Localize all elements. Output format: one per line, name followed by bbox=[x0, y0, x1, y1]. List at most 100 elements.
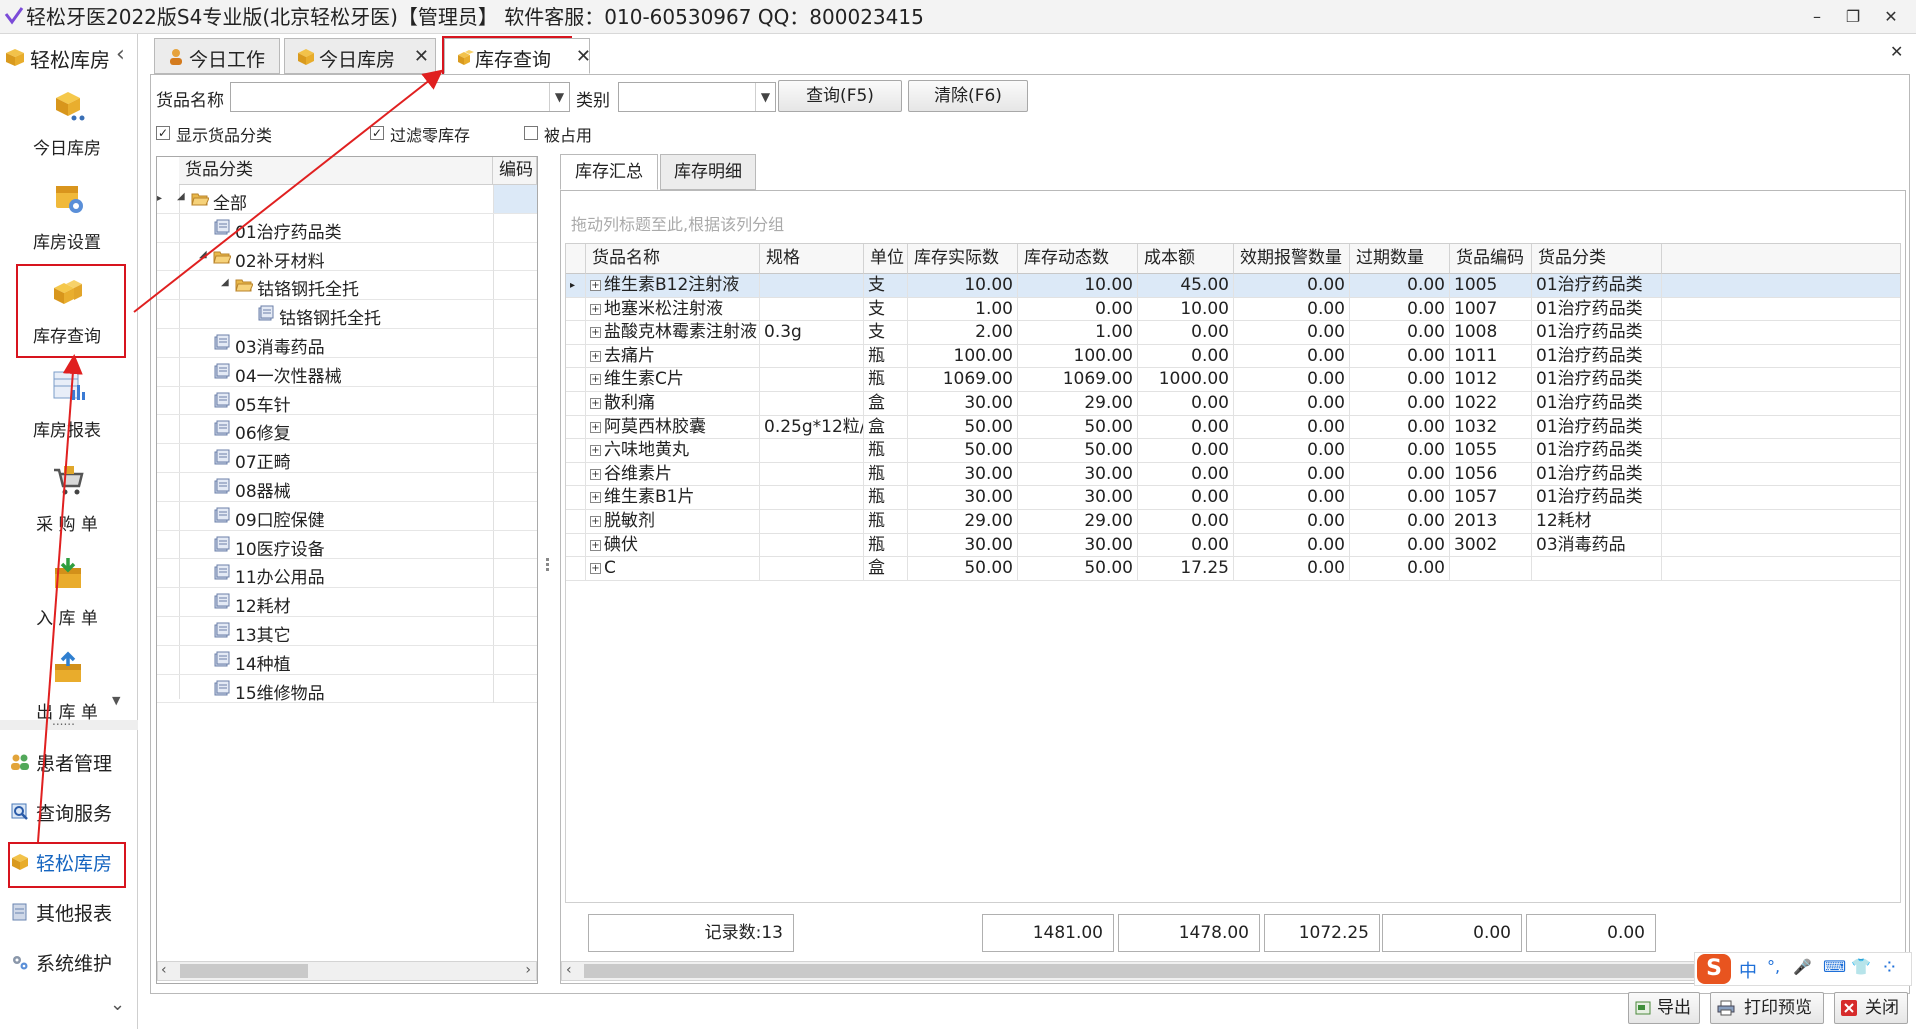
grid-cell[interactable]: 0.00 bbox=[1138, 439, 1234, 463]
grid-cell[interactable]: 瓶 bbox=[864, 533, 908, 558]
grid-cell[interactable] bbox=[760, 439, 864, 463]
grid-cell[interactable]: 0.00 bbox=[1138, 415, 1234, 440]
grid-cell[interactable]: 50.00 bbox=[1018, 439, 1138, 463]
tree-horizontal-scrollbar[interactable]: ‹ › bbox=[157, 961, 537, 981]
scroll-left-icon[interactable]: ‹ bbox=[566, 962, 572, 978]
tree-node[interactable]: ◢ 02补牙材料 bbox=[157, 242, 537, 272]
grid-cell[interactable]: 01治疗药品类 bbox=[1532, 368, 1662, 392]
grid-cell[interactable] bbox=[760, 533, 864, 558]
minimize-button[interactable]: – bbox=[1800, 4, 1834, 30]
panel-splitter-handle[interactable] bbox=[546, 556, 550, 580]
tree-header-code[interactable]: 编码 bbox=[493, 157, 537, 185]
grid-cell[interactable]: 支 bbox=[864, 297, 908, 322]
grid-cell[interactable]: 0.00 bbox=[1350, 533, 1450, 558]
grid-cell[interactable] bbox=[1532, 557, 1662, 581]
grid-cell[interactable]: + 地塞米松注射液 bbox=[586, 297, 760, 322]
grid-cell[interactable]: 1069.00 bbox=[1018, 368, 1138, 392]
grid-header-col-dynamic-stock[interactable]: 库存动态数 bbox=[1018, 244, 1138, 274]
grid-cell[interactable]: 1069.00 bbox=[908, 368, 1018, 392]
expand-row-icon[interactable]: + bbox=[590, 445, 601, 457]
nav-patient-management[interactable]: 患者管理 bbox=[8, 742, 132, 782]
grid-cell[interactable]: + 维生素B12注射液 bbox=[586, 274, 760, 298]
grid-cell[interactable]: + 阿莫西林胶囊 bbox=[586, 415, 760, 440]
nav-purchase-order[interactable]: 采 购 单 bbox=[8, 454, 126, 544]
grid-cell[interactable]: 0.00 bbox=[1138, 462, 1234, 487]
grid-cell[interactable]: 50.00 bbox=[908, 557, 1018, 581]
grid-header-col-expired[interactable]: 过期数量 bbox=[1350, 244, 1450, 274]
grid-cell[interactable]: 0.00 bbox=[1138, 533, 1234, 558]
expand-toggle-icon[interactable]: ◢ bbox=[221, 277, 229, 288]
table-row[interactable]: + 散利痛 盒 30.00 29.00 0.00 0.00 0.00 1022 01治疗药品类 bbox=[566, 392, 1900, 416]
grid-cell[interactable]: 0.00 bbox=[1234, 368, 1350, 392]
grid-cell[interactable]: + 散利痛 bbox=[586, 392, 760, 416]
grid-cell[interactable]: 瓶 bbox=[864, 510, 908, 534]
expand-row-icon[interactable]: + bbox=[590, 303, 601, 315]
chevron-down-icon[interactable]: ▼ bbox=[755, 83, 775, 111]
expand-row-icon[interactable]: + bbox=[590, 398, 601, 409]
chevron-down-icon[interactable]: ▼ bbox=[549, 83, 569, 111]
grid-header-col-spec[interactable]: 规格 bbox=[760, 244, 864, 274]
grid-cell[interactable]: 0.25g*12粒/... bbox=[760, 415, 864, 440]
tree-node[interactable]: 06修复 bbox=[157, 415, 537, 444]
grid-cell[interactable]: 0.00 bbox=[1350, 415, 1450, 440]
grid-cell[interactable]: 0.00 bbox=[1350, 274, 1450, 298]
grid-cell[interactable]: 30.00 bbox=[1018, 486, 1138, 510]
grid-cell[interactable]: 0.00 bbox=[1234, 274, 1350, 298]
tab-close-icon[interactable]: ✕ bbox=[576, 46, 591, 67]
grid-cell[interactable]: 0.00 bbox=[1138, 392, 1234, 416]
grid-cell[interactable]: 10.00 bbox=[1138, 297, 1234, 322]
grid-cell[interactable]: 12耗材 bbox=[1532, 510, 1662, 534]
close-all-tabs-button[interactable]: ✕ bbox=[1890, 42, 1903, 61]
ime-logo-icon[interactable]: S bbox=[1697, 954, 1731, 984]
sidebar-more-button[interactable]: ▼ bbox=[112, 694, 120, 707]
grid-cell[interactable]: 0.00 bbox=[1234, 486, 1350, 510]
grid-cell[interactable]: + 去痛片 bbox=[586, 344, 760, 369]
grid-cell[interactable]: 0.00 bbox=[1234, 510, 1350, 534]
grid-cell[interactable]: + 维生素B1片 bbox=[586, 486, 760, 510]
grid-cell[interactable]: + 六味地黄丸 bbox=[586, 439, 760, 463]
grid-header-col-goods-name[interactable]: 货品名称 bbox=[586, 244, 760, 274]
grid-cell[interactable]: 0.00 bbox=[1350, 321, 1450, 345]
grid-cell[interactable]: 0.00 bbox=[1234, 392, 1350, 416]
show-category-checkbox[interactable]: ✓ bbox=[156, 126, 170, 140]
ime-keyboard-icon[interactable]: ⌨ bbox=[1823, 957, 1846, 976]
grid-cell[interactable]: 10.00 bbox=[908, 274, 1018, 298]
scrollbar-thumb[interactable] bbox=[584, 964, 1864, 978]
grid-cell[interactable]: 50.00 bbox=[1018, 415, 1138, 440]
tree-node[interactable]: 01治疗药品类 bbox=[157, 213, 537, 243]
tree-node[interactable]: 05车针 bbox=[157, 386, 537, 416]
table-row[interactable]: + 碘伏 瓶 30.00 30.00 0.00 0.00 0.00 3002 03消毒药品 bbox=[566, 533, 1900, 558]
goods-name-combobox[interactable]: ▼ bbox=[230, 82, 570, 112]
grid-cell[interactable]: + 谷维素片 bbox=[586, 462, 760, 487]
expand-row-icon[interactable]: + bbox=[590, 492, 601, 504]
table-row[interactable]: + 去痛片 瓶 100.00 100.00 0.00 0.00 0.00 1011 01治疗药品类 bbox=[566, 344, 1900, 369]
ime-punctuation[interactable]: °, bbox=[1767, 957, 1780, 976]
expand-row-icon[interactable]: + bbox=[590, 468, 601, 480]
grid-cell[interactable] bbox=[760, 274, 864, 298]
grid-cell[interactable]: 1057 bbox=[1450, 486, 1532, 510]
nav-system-maintenance[interactable]: 系统维护 bbox=[8, 942, 132, 982]
grid-cell[interactable] bbox=[760, 557, 864, 581]
grid-cell[interactable]: 0.00 bbox=[1350, 368, 1450, 392]
grid-cell[interactable]: 1055 bbox=[1450, 439, 1532, 463]
table-row[interactable]: + 维生素C片 瓶 1069.00 1069.00 1000.00 0.00 0.00 1012… bbox=[566, 368, 1900, 392]
grid-cell[interactable]: 瓶 bbox=[864, 486, 908, 510]
grid-cell[interactable]: 1022 bbox=[1450, 392, 1532, 416]
table-row[interactable]: + 盐酸克林霉素注射液 0.3g 支 2.00 1.00 0.00 0.00 0.00 1008 0… bbox=[566, 321, 1900, 345]
grid-cell[interactable]: 100.00 bbox=[908, 344, 1018, 369]
category-combobox[interactable]: ▼ bbox=[618, 82, 776, 112]
grid-cell[interactable]: 100.00 bbox=[1018, 344, 1138, 369]
tree-node[interactable]: 15维修物品 bbox=[157, 674, 537, 704]
grid-cell[interactable]: 3002 bbox=[1450, 533, 1532, 558]
grid-cell[interactable]: 17.25 bbox=[1138, 557, 1234, 581]
grid-header-col-expiry-alert[interactable]: 效期报警数量 bbox=[1234, 244, 1350, 274]
tree-node[interactable]: ▸ ◢ 全部 bbox=[157, 185, 537, 214]
occupied-checkbox[interactable] bbox=[524, 126, 538, 140]
close-window-button[interactable]: ✕ bbox=[1874, 4, 1908, 30]
grid-cell[interactable]: 50.00 bbox=[1018, 557, 1138, 581]
grid-cell[interactable]: 01治疗药品类 bbox=[1532, 344, 1662, 369]
sidebar-collapse-button[interactable]: ‹ bbox=[116, 42, 125, 67]
grid-cell[interactable]: 0.00 bbox=[1350, 344, 1450, 369]
grid-cell[interactable]: 0.00 bbox=[1138, 321, 1234, 345]
grid-cell[interactable]: 01治疗药品类 bbox=[1532, 415, 1662, 440]
